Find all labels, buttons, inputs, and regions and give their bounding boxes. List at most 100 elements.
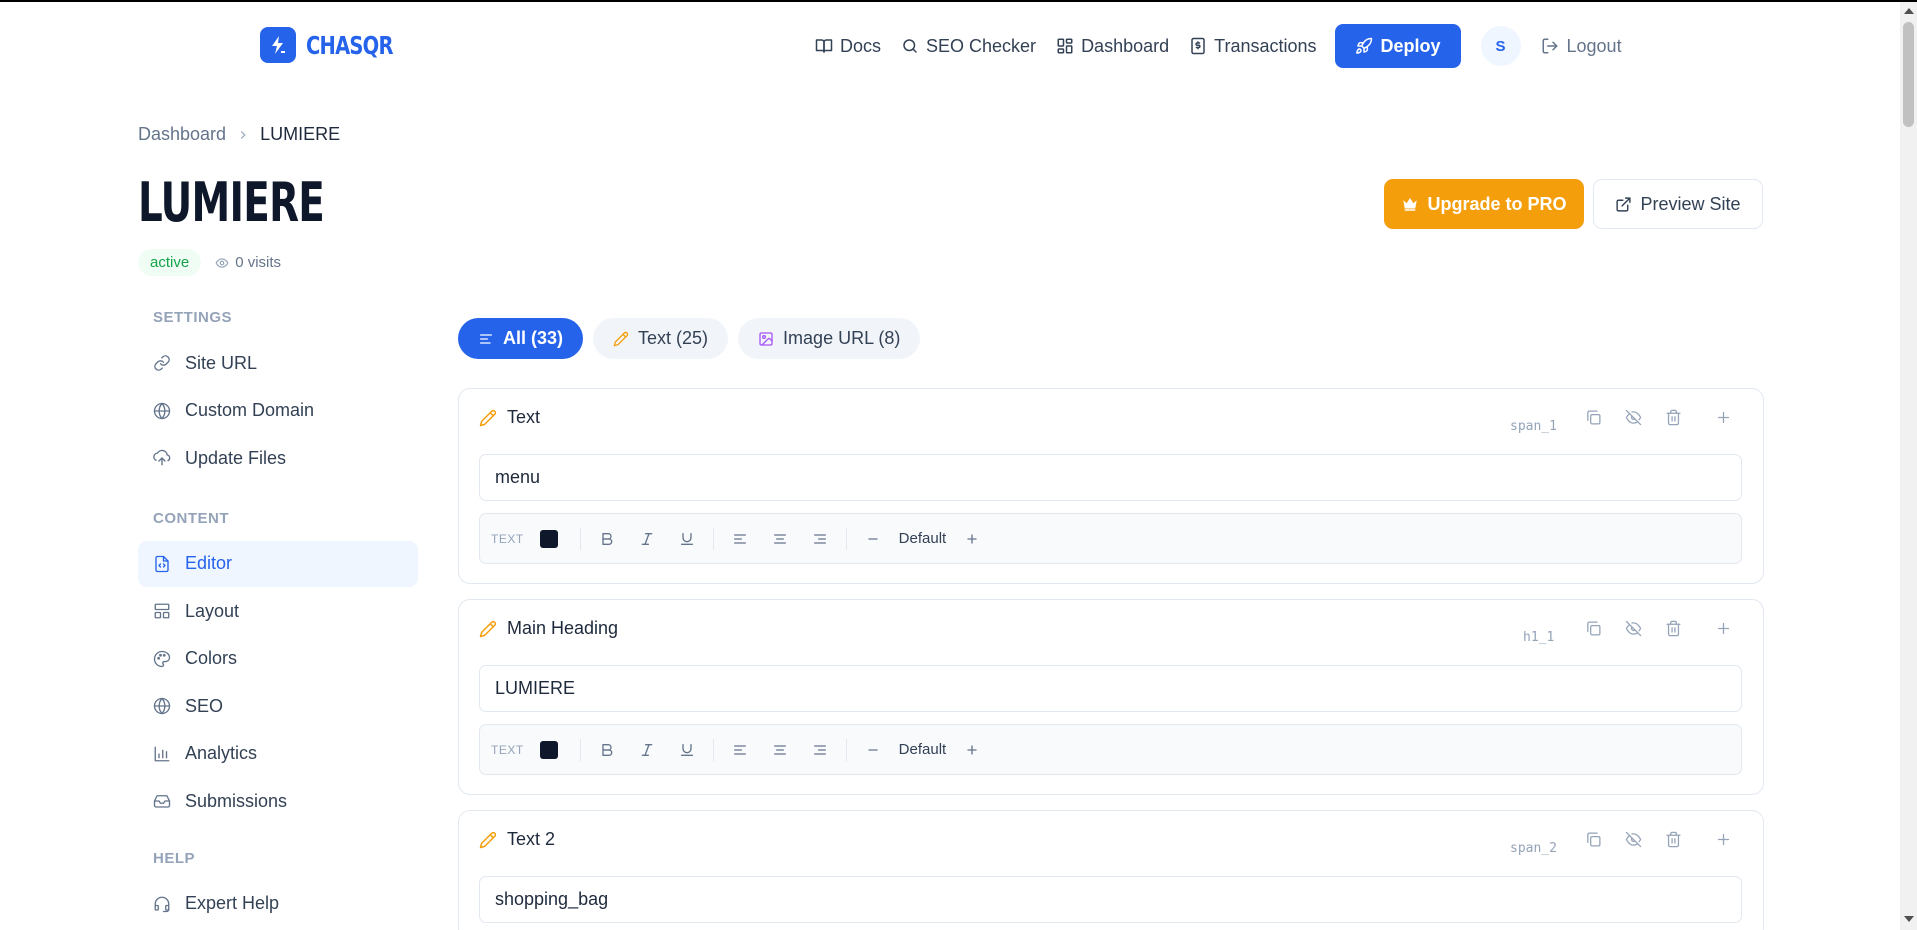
- italic-icon: [641, 532, 653, 545]
- upgrade-to-pro-button[interactable]: Upgrade to PRO: [1384, 179, 1584, 229]
- align-left-button[interactable]: [720, 742, 760, 758]
- nav-seo-checker[interactable]: SEO Checker: [901, 36, 1036, 57]
- duplicate-button[interactable]: [1573, 620, 1613, 637]
- increase-size-button[interactable]: [952, 742, 992, 758]
- sidebar-item-site-url[interactable]: Site URL: [138, 340, 418, 386]
- page-scrollbar[interactable]: [1900, 2, 1917, 930]
- file-code-icon: [155, 555, 169, 572]
- increase-size-button[interactable]: [952, 531, 992, 547]
- nav-docs[interactable]: Docs: [815, 36, 881, 57]
- book-icon: [815, 39, 833, 53]
- italic-icon: [641, 743, 653, 756]
- breadcrumb-dashboard[interactable]: Dashboard: [138, 124, 226, 145]
- hide-button[interactable]: [1613, 831, 1653, 848]
- content-value-input[interactable]: [479, 876, 1742, 923]
- hide-button[interactable]: [1613, 620, 1653, 637]
- align-center-button[interactable]: [760, 531, 800, 547]
- tab-all[interactable]: All (33): [458, 318, 584, 359]
- list-icon: [480, 333, 492, 344]
- tab-label: Text (25): [638, 328, 709, 348]
- align-left-icon: [733, 533, 746, 544]
- sidebar-item-label: Site URL: [185, 352, 258, 373]
- scroll-down-arrow-icon[interactable]: [1904, 916, 1914, 922]
- nav-transactions-label: Transactions: [1214, 35, 1317, 56]
- delete-button[interactable]: [1653, 620, 1693, 637]
- decrease-size-button[interactable]: [853, 531, 893, 547]
- sidebar-item-label: Submissions: [185, 790, 288, 811]
- align-center-button[interactable]: [760, 742, 800, 758]
- sidebar-item-seo[interactable]: SEO: [138, 683, 418, 729]
- toolbar-divider: [845, 527, 847, 550]
- align-right-icon: [813, 744, 826, 755]
- hide-button[interactable]: [1613, 409, 1653, 426]
- link-icon: [154, 355, 170, 371]
- text-color-swatch[interactable]: [539, 529, 558, 548]
- bold-button[interactable]: [587, 742, 627, 758]
- card-header: Text: [479, 407, 540, 428]
- sidebar-item-expert-help[interactable]: Expert Help: [138, 881, 418, 927]
- align-right-button[interactable]: [800, 742, 840, 758]
- sidebar-item-analytics[interactable]: Analytics: [138, 731, 418, 777]
- upgrade-label: Upgrade to PRO: [1427, 193, 1567, 214]
- italic-button[interactable]: [627, 531, 667, 547]
- sidebar-item-colors[interactable]: Colors: [138, 636, 418, 682]
- scrollbar-thumb[interactable]: [1903, 22, 1914, 127]
- text-color-swatch[interactable]: [539, 740, 558, 759]
- bold-button[interactable]: [587, 531, 627, 547]
- duplicate-button[interactable]: [1573, 409, 1613, 426]
- deploy-label: Deploy: [1380, 35, 1441, 56]
- tab-text[interactable]: Text (25): [593, 318, 729, 359]
- decrease-size-button[interactable]: [853, 742, 893, 758]
- logout-button[interactable]: Logout: [1541, 36, 1622, 57]
- content-value-input[interactable]: [479, 454, 1742, 501]
- sidebar-item-layout[interactable]: Layout: [138, 588, 418, 634]
- page-title: LUMIERE: [138, 171, 325, 234]
- add-button[interactable]: [1703, 409, 1743, 426]
- plus-icon: [1717, 622, 1729, 635]
- user-avatar[interactable]: S: [1480, 26, 1521, 66]
- pencil-icon: [479, 620, 497, 637]
- underline-icon: [680, 743, 693, 756]
- nav-dashboard[interactable]: Dashboard: [1056, 36, 1169, 57]
- sidebar-item-label: Layout: [185, 600, 240, 621]
- receipt-icon: [1191, 37, 1205, 55]
- align-right-button[interactable]: [800, 531, 840, 547]
- duplicate-button[interactable]: [1573, 831, 1613, 848]
- copy-icon: [1586, 832, 1601, 847]
- add-button[interactable]: [1703, 831, 1743, 848]
- delete-button[interactable]: [1653, 831, 1693, 848]
- tab-image-url[interactable]: Image URL (8): [738, 318, 921, 359]
- sidebar-item-label: Expert Help: [185, 893, 280, 913]
- content-card: Main Heading h1_1 TEXT Default: [458, 599, 1764, 795]
- preview-site-button[interactable]: Preview Site: [1593, 179, 1763, 229]
- element-id: span_2: [1510, 841, 1557, 856]
- card-title: Main Heading: [507, 618, 619, 638]
- content-card: Text span_1 TEXT Default: [458, 388, 1764, 584]
- scroll-up-arrow-icon[interactable]: [1904, 8, 1914, 14]
- nav-transactions[interactable]: Transactions: [1189, 35, 1317, 57]
- content-card: Text 2 span_2: [458, 810, 1764, 930]
- delete-button[interactable]: [1653, 409, 1693, 426]
- breadcrumb-current: LUMIERE: [260, 124, 341, 144]
- underline-button[interactable]: [667, 531, 707, 547]
- brand-logo[interactable]: CHASQR: [260, 27, 417, 63]
- sidebar-item-custom-domain[interactable]: Custom Domain: [138, 388, 418, 434]
- globe-icon: [153, 697, 171, 715]
- align-left-button[interactable]: [720, 531, 760, 547]
- sidebar-item-update-files[interactable]: Update Files: [138, 435, 418, 481]
- crown-icon: [1403, 198, 1418, 211]
- underline-button[interactable]: [667, 742, 707, 758]
- sidebar-item-submissions[interactable]: Submissions: [138, 778, 418, 824]
- site-meta: active 0 visits: [138, 249, 281, 276]
- bar-chart-icon: [154, 746, 170, 761]
- sidebar-item-editor[interactable]: Editor: [138, 540, 418, 587]
- trash-icon: [1665, 620, 1681, 637]
- content-value-input[interactable]: [479, 665, 1742, 712]
- preview-label: Preview Site: [1640, 193, 1741, 214]
- deploy-button[interactable]: Deploy: [1334, 24, 1461, 68]
- card-title: Text: [507, 407, 541, 427]
- pencil-icon: [479, 831, 497, 848]
- pencil-icon: [613, 331, 629, 346]
- italic-button[interactable]: [627, 742, 667, 758]
- add-button[interactable]: [1703, 620, 1743, 637]
